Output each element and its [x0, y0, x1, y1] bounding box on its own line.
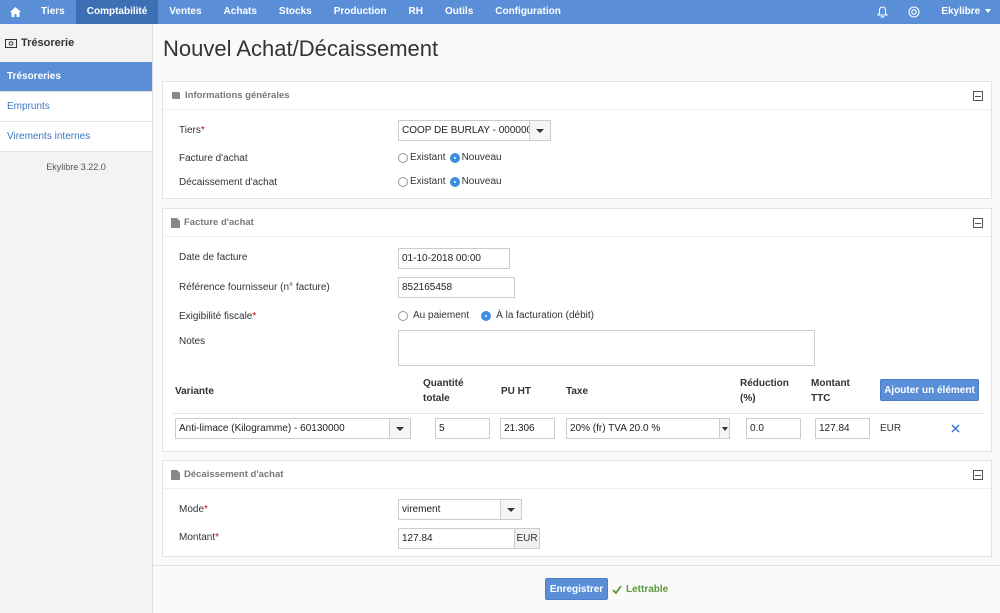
payment-mode-select[interactable]: virement — [398, 499, 522, 520]
radio-existing[interactable]: Existant — [398, 176, 446, 187]
general-info-panel: Informations générales Tiers* COOP DE BU… — [162, 81, 992, 199]
app-version: Ekylibre 3.22.0 — [46, 162, 106, 172]
remove-row-button[interactable] — [949, 422, 961, 434]
radio-existing[interactable]: Existant — [398, 152, 446, 163]
panel-header: Informations générales — [163, 82, 991, 110]
tiers-select[interactable]: COOP DE BURLAY - 0000000 — [398, 120, 551, 141]
unit-price-field[interactable]: 21.306 — [500, 418, 555, 439]
payment-amount-label: Montant* — [179, 532, 220, 543]
nav-item-achats[interactable]: Achats — [213, 0, 268, 24]
collapse-icon[interactable] — [973, 218, 983, 228]
tiers-label: Tiers* — [179, 125, 205, 136]
lettrable-status: Lettrable — [612, 584, 668, 595]
user-name: Ekylibre — [941, 6, 981, 17]
sidebar-item-tresoreries[interactable]: Trésoreries — [0, 62, 152, 92]
column-header-variant: Variante — [175, 386, 214, 397]
column-header-unit-price: PU HT — [501, 386, 531, 397]
notes-label: Notes — [179, 336, 206, 347]
sidebar-item-emprunts[interactable]: Emprunts — [0, 92, 152, 122]
tax-select[interactable]: 20% (fr) TVA 20.0 % — [566, 418, 730, 439]
sidebar-title: Trésorerie — [0, 24, 152, 62]
help-button[interactable] — [898, 0, 930, 24]
nav-item-ventes[interactable]: Ventes — [158, 0, 212, 24]
panel-title: Informations générales — [185, 90, 290, 101]
check-icon — [612, 585, 622, 594]
payment-panel: Décaissement d'achat Mode* virement Mont… — [162, 460, 992, 557]
radio-on-payment[interactable]: Au paiement — [398, 310, 469, 321]
sidebar: Trésorerie Trésoreries Emprunts Virement… — [0, 24, 153, 613]
radio-new[interactable]: Nouveau — [449, 176, 502, 187]
payment-mode-label: Mode* — [179, 504, 208, 515]
user-menu[interactable]: Ekylibre — [930, 0, 1000, 24]
page-title: Nouvel Achat/Décaissement — [163, 36, 439, 61]
nav-item-comptabilite[interactable]: Comptabilité — [75, 0, 159, 24]
close-icon — [950, 423, 960, 433]
column-header-quantity: Quantité totale — [423, 378, 464, 404]
payment-amount-field[interactable]: 127.84 — [398, 528, 515, 549]
collapse-icon[interactable] — [973, 91, 983, 101]
money-icon — [5, 38, 17, 48]
chevron-down-icon[interactable] — [389, 419, 410, 438]
currency-label: EUR — [880, 423, 902, 434]
book-icon — [171, 91, 181, 100]
variant-select[interactable]: Anti-limace (Kilogramme) - 60130000 — [175, 418, 411, 439]
invoice-date-field[interactable]: 01-10-2018 00:00 — [398, 248, 510, 269]
amount-field[interactable]: 127.84 — [815, 418, 870, 439]
nav-item-outils[interactable]: Outils — [434, 0, 484, 24]
top-nav: Tiers Comptabilité Ventes Achats Stocks … — [0, 0, 1000, 24]
invoice-mode-label: Facture d'achat — [179, 153, 248, 164]
column-header-tax: Taxe — [566, 386, 589, 397]
tiers-value: COOP DE BURLAY - 0000000 — [402, 125, 538, 136]
home-icon — [9, 7, 21, 17]
reduction-field[interactable]: 0.0 — [746, 418, 801, 439]
chevron-down-icon[interactable] — [500, 500, 521, 519]
payment-mode-radio: Existant Nouveau — [398, 176, 506, 187]
save-button[interactable]: Enregistrer — [545, 578, 608, 600]
nav-item-tiers[interactable]: Tiers — [30, 0, 76, 24]
sidebar-title-label: Trésorerie — [21, 37, 75, 49]
radio-on-invoice[interactable]: À la facturation (débit) — [481, 310, 594, 321]
globe-icon — [908, 6, 920, 18]
notes-textarea[interactable] — [398, 330, 815, 366]
add-item-button[interactable]: Ajouter un élément — [880, 379, 979, 401]
panel-title: Décaissement d'achat — [184, 469, 284, 480]
bell-icon — [876, 6, 888, 18]
form-actions: Enregistrer Lettrable — [153, 565, 1000, 613]
notifications-button[interactable] — [866, 0, 898, 24]
variant-value: Anti-limace (Kilogramme) - 60130000 — [179, 423, 345, 434]
lettrable-label: Lettrable — [626, 584, 669, 595]
table-divider — [173, 413, 983, 414]
currency-addon: EUR — [514, 528, 540, 549]
sidebar-item-virements-internes[interactable]: Virements internes — [0, 122, 152, 152]
invoice-date-label: Date de facture — [179, 252, 248, 263]
nav-item-production[interactable]: Production — [323, 0, 398, 24]
payment-mode-label: Décaissement d'achat — [179, 177, 278, 188]
tax-payability-label: Exigibilité fiscale* — [179, 311, 257, 322]
panel-title: Facture d'achat — [184, 217, 254, 228]
chevron-down-icon[interactable] — [719, 419, 729, 438]
quantity-field[interactable]: 5 — [435, 418, 490, 439]
tax-value: 20% (fr) TVA 20.0 % — [570, 423, 661, 434]
collapse-icon[interactable] — [973, 470, 983, 480]
radio-new[interactable]: Nouveau — [449, 152, 502, 163]
supplier-reference-field[interactable]: 852165458 — [398, 277, 515, 298]
supplier-reference-label: Référence fournisseur (n° facture) — [179, 282, 330, 293]
nav-item-stocks[interactable]: Stocks — [268, 0, 323, 24]
chevron-down-icon — [985, 9, 991, 14]
panel-header: Décaissement d'achat — [163, 461, 991, 489]
nav-item-configuration[interactable]: Configuration — [484, 0, 572, 24]
column-header-amount: Montant TTC — [811, 378, 850, 404]
chevron-down-icon[interactable] — [529, 121, 550, 140]
home-button[interactable] — [0, 0, 30, 24]
main-content: Nouvel Achat/Décaissement Informations g… — [153, 24, 1000, 613]
invoice-panel: Facture d'achat Date de facture 01-10-20… — [162, 208, 992, 452]
panel-header: Facture d'achat — [163, 209, 991, 237]
payment-mode-value: virement — [402, 504, 441, 515]
tax-payability-radio: Au paiement À la facturation (débit) — [398, 310, 598, 321]
invoice-mode-radio: Existant Nouveau — [398, 152, 506, 163]
column-header-reduction: Réduction (%) — [740, 378, 789, 404]
document-icon — [171, 469, 180, 480]
document-icon — [171, 217, 180, 228]
nav-item-rh[interactable]: RH — [397, 0, 433, 24]
